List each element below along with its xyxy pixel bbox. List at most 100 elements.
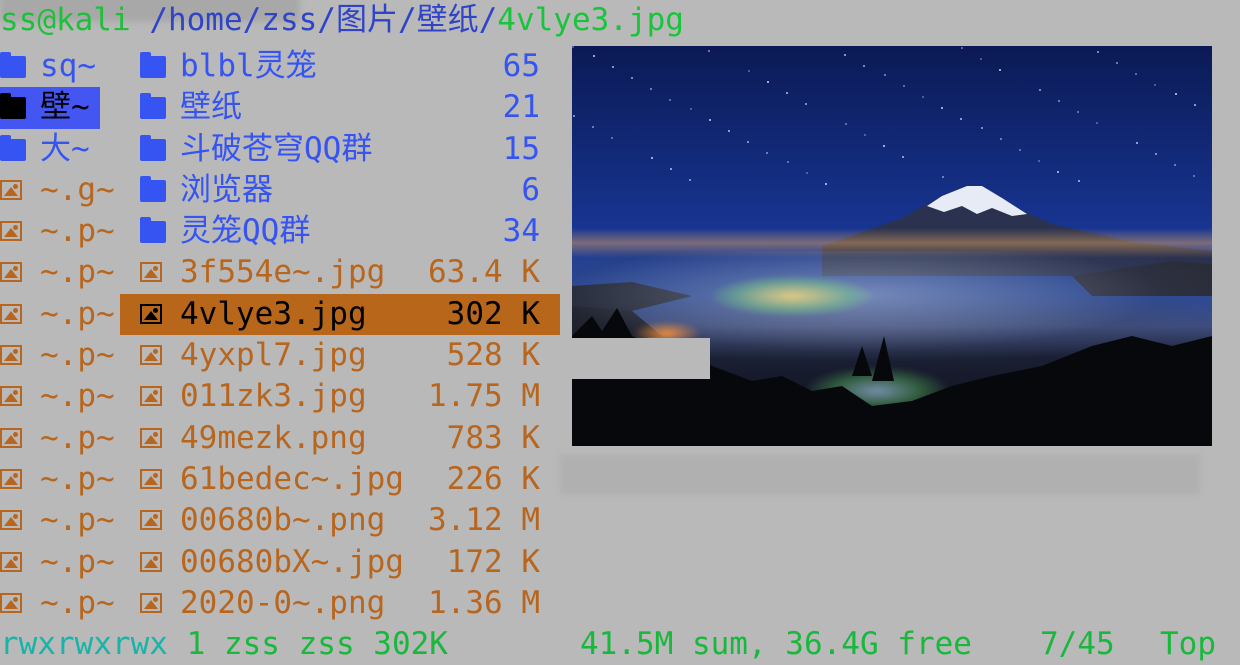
parent-item-label: ~.p~ [40, 337, 115, 374]
item-name: blbl灵笼 [180, 48, 317, 84]
folder-icon [140, 93, 166, 120]
file-item[interactable]: 3f554e~.jpg 63.4 K [120, 252, 560, 293]
file-item[interactable]: 00680bX~.jpg 172 K [120, 542, 560, 583]
file-position: 7/45 [1040, 626, 1115, 662]
scroll-indicator: Top [1160, 626, 1216, 662]
parent-item-label: ~.p~ [40, 419, 115, 456]
parent-file-item[interactable]: ~.g~ [0, 170, 115, 211]
item-name: 61bedec~.jpg [180, 460, 404, 497]
file-item[interactable]: 011zk3.jpg 1.75 M [120, 376, 560, 417]
parent-file-item[interactable]: ~.p~ [0, 294, 115, 335]
image-file-icon [140, 303, 162, 324]
image-file-icon [0, 345, 22, 366]
image-file-icon [0, 468, 22, 489]
file-permissions: rwxrwxrwx [0, 626, 168, 662]
item-size: 3.12 M [428, 502, 540, 539]
item-name: 3f554e~.jpg [180, 254, 386, 291]
parent-dir-item[interactable]: 壁~ [0, 87, 100, 129]
user-host: ss@kali [0, 2, 131, 38]
parent-item-label: ~.p~ [40, 254, 115, 291]
directory-item[interactable]: 浏览器 6 [120, 170, 560, 211]
directory-item[interactable]: blbl灵笼 65 [120, 46, 560, 87]
item-name: 00680b~.png [180, 502, 386, 539]
parent-dir-item[interactable]: 大~ [0, 129, 100, 170]
item-name: 壁纸 [180, 89, 242, 126]
parent-file-item[interactable]: ~.p~ [0, 583, 115, 624]
image-file-icon [140, 510, 162, 531]
parent-item-label: ~.p~ [40, 543, 115, 580]
item-name: 灵笼QQ群 [180, 213, 311, 250]
image-file-icon [140, 551, 162, 572]
parent-file-item[interactable]: ~.p~ [0, 252, 115, 293]
file-item[interactable]: 4yxpl7.jpg 528 K [120, 335, 560, 376]
forest-silhouette [572, 308, 1212, 446]
item-size: 34 [502, 213, 540, 250]
folder-icon [140, 175, 166, 202]
item-size: 6 [521, 171, 540, 208]
parent-file-item[interactable]: ~.p~ [0, 211, 115, 252]
parent-item-label: ~.p~ [40, 378, 115, 415]
current-path: /home/zss/图片/壁纸/ [130, 2, 498, 38]
file-details: 1 zss zss 302K [167, 626, 448, 662]
image-file-icon [0, 592, 22, 613]
file-item[interactable]: 00680b~.png 3.12 M [120, 500, 560, 541]
item-size: 528 K [446, 337, 540, 374]
parent-file-item[interactable]: ~.p~ [0, 500, 115, 541]
parent-file-item[interactable]: ~.p~ [0, 418, 115, 459]
item-name: 49mezk.png [180, 419, 367, 456]
file-item[interactable]: 4vlye3.jpg 302 K [120, 293, 560, 336]
folder-icon [0, 52, 26, 78]
item-size: 1.75 M [428, 378, 540, 415]
current-directory-column: blbl灵笼 65 壁纸 21 斗破苍穹QQ群 15 浏览器 6 灵笼QQ群 34 3f554e~.… [120, 46, 560, 624]
folder-icon [140, 217, 166, 244]
image-file-icon [0, 510, 22, 531]
parent-file-item[interactable]: ~.p~ [0, 376, 115, 417]
parent-item-label: ~.p~ [40, 213, 115, 250]
parent-item-label: sq~ [40, 48, 96, 84]
parent-item-label: ~.p~ [40, 502, 115, 539]
parent-file-item[interactable]: ~.p~ [0, 335, 115, 376]
parent-item-label: ~.p~ [40, 584, 115, 621]
parent-file-item[interactable]: ~.p~ [0, 459, 115, 500]
item-size: 65 [502, 48, 540, 84]
item-name: 斗破苍穹QQ群 [180, 130, 373, 167]
parent-dir-item[interactable]: sq~ [0, 46, 100, 87]
parent-item-label: 壁~ [40, 89, 90, 126]
item-size: 226 K [446, 460, 540, 497]
image-preview [572, 46, 1212, 446]
image-file-icon [140, 427, 162, 448]
item-name: 4yxpl7.jpg [180, 337, 367, 374]
image-file-icon [140, 468, 162, 489]
image-file-icon [140, 262, 162, 283]
image-file-icon [0, 427, 22, 448]
disk-usage: 41.5M sum, 36.4G free [580, 626, 972, 662]
item-name: 4vlye3.jpg [180, 295, 367, 332]
file-item[interactable]: 2020-0~.png 1.36 M [120, 583, 560, 624]
item-name: 00680bX~.jpg [180, 543, 404, 580]
status-bar: rwxrwxrwx 1 zss zss 302K 41.5M sum, 36.4G… [0, 624, 1240, 665]
background-blur [560, 455, 1200, 495]
item-size: 172 K [446, 543, 540, 580]
path-bar: ss@kali /home/zss/图片/壁纸/4vlye3.jpg [0, 0, 684, 41]
directory-item[interactable]: 壁纸 21 [120, 87, 560, 128]
file-item[interactable]: 49mezk.png 783 K [120, 418, 560, 459]
item-size: 21 [502, 89, 540, 126]
parent-item-label: ~.p~ [40, 295, 115, 332]
image-file-icon [0, 221, 22, 242]
folder-icon [140, 134, 166, 161]
item-size: 15 [502, 130, 540, 167]
file-item[interactable]: 61bedec~.jpg 226 K [120, 459, 560, 500]
item-name: 浏览器 [180, 171, 273, 208]
item-size: 1.36 M [428, 584, 540, 621]
folder-icon [0, 134, 26, 161]
folder-icon [0, 93, 26, 120]
parent-file-item[interactable]: ~.p~ [0, 542, 115, 583]
image-file-icon [140, 592, 162, 613]
directory-item[interactable]: 灵笼QQ群 34 [120, 211, 560, 252]
image-file-icon [0, 386, 22, 407]
parent-directory-column: sq~ 壁~ 大~ ~.g~ ~.p~ ~.p~ ~.p~ ~.p~ ~.p~ ~.p~ ~.p~ ~… [0, 46, 115, 624]
parent-item-label: 大~ [40, 130, 90, 167]
item-size: 63.4 K [428, 254, 540, 291]
directory-item[interactable]: 斗破苍穹QQ群 15 [120, 129, 560, 170]
image-file-icon [0, 551, 22, 572]
